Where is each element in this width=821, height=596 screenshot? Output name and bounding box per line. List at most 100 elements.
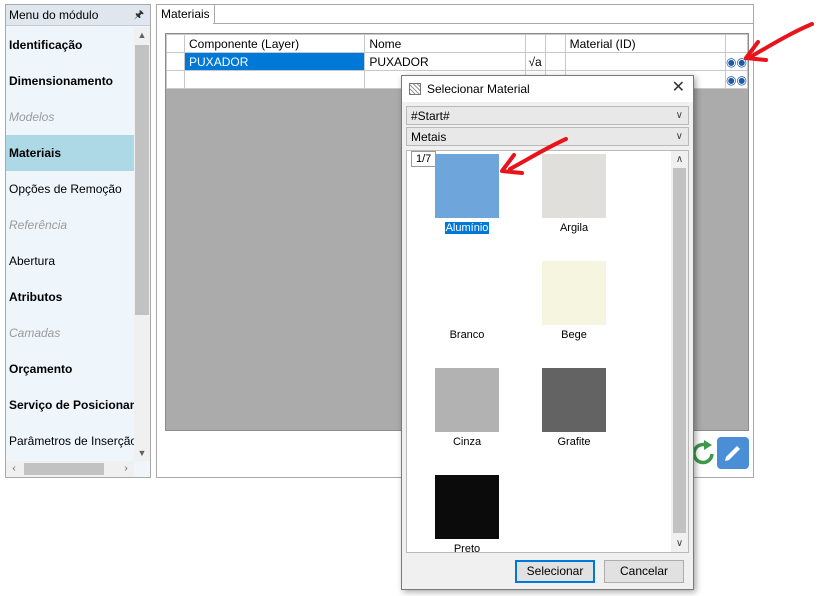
module-menu-title: Menu do módulo [9,8,99,22]
select-button[interactable]: Selecionar [515,560,595,583]
cell-componente[interactable]: PUXADOR [184,52,366,71]
menu-item-label: Atributos [9,290,63,304]
material-tile-preto[interactable]: Preto [415,475,519,553]
scroll-down-icon[interactable]: ▼ [134,445,150,461]
edit-button[interactable] [717,437,749,469]
cell-material-id[interactable] [564,52,726,71]
menu-item-orcamento[interactable]: Orçamento [6,351,134,387]
close-icon[interactable]: ✕ [672,80,685,96]
cell-nome[interactable]: PUXADOR [364,52,526,71]
library-select[interactable]: #Start# ∨ [406,106,689,125]
row-header-cell [165,70,186,89]
material-tile-branco[interactable]: Branco [415,261,519,341]
material-tile-aluminio[interactable]: Alumínio [415,154,519,235]
material-swatch[interactable] [435,261,499,325]
category-select-value: Metais [411,129,447,144]
module-menu-panel: Menu do módulo 🖈 Identificação Dimension… [5,4,151,478]
menu-item-dimensionamento[interactable]: Dimensionamento [6,63,134,99]
material-tile-cinza[interactable]: Cinza [415,368,519,448]
column-header-nome[interactable]: Nome [364,34,526,53]
scroll-down-icon[interactable]: ∨ [671,535,688,552]
tab-divider [213,23,753,24]
module-menu-list: Identificação Dimensionamento Modelos Ma… [6,27,134,459]
scroll-up-icon[interactable]: ∧ [671,151,688,168]
menu-item-label: Opções de Remoção [9,182,122,196]
chevron-down-icon: ∨ [675,110,683,121]
menu-item-label: Dimensionamento [9,74,114,88]
column-header-search [724,34,749,53]
material-tile-bege[interactable]: Bege [522,261,626,341]
row-header-cell [165,34,186,53]
material-swatch[interactable] [435,475,499,539]
material-swatch[interactable] [542,261,606,325]
material-tile-grafite[interactable]: Grafite [522,368,626,448]
menu-item-label: Camadas [9,326,61,340]
menu-item-servico-posicionamento[interactable]: Serviço de Posicionamento [6,387,134,423]
cell-componente[interactable] [184,70,366,89]
material-label: Alumínio [443,221,491,235]
scroll-right-icon[interactable]: › [118,461,134,477]
material-gallery: 1/7 Alumínio Argila Branco Bege Cinza Gr… [406,150,689,553]
menu-item-modelos: Modelos [6,99,134,135]
scroll-up-icon[interactable]: ▲ [134,27,150,43]
menu-hscroll-thumb[interactable] [24,463,104,475]
category-select[interactable]: Metais ∨ [406,127,689,146]
menu-item-abertura[interactable]: Abertura [6,243,134,279]
menu-item-opcoes-remocao[interactable]: Opções de Remoção [6,171,134,207]
menu-item-label: Referência [9,218,68,232]
chevron-down-icon: ∨ [675,131,683,142]
menu-item-materiais[interactable]: Materiais [6,135,134,171]
material-swatch[interactable] [542,368,606,432]
menu-item-label: Serviço de Posicionamento [9,398,134,412]
table-row[interactable]: PUXADOR PUXADOR √a ◉◉ [165,52,749,71]
material-label: Bege [561,329,587,341]
column-header-formula[interactable] [524,34,546,53]
binoculars-icon[interactable]: ◉◉ [724,52,749,71]
cell-blank[interactable] [544,52,566,71]
column-header-material-id[interactable]: Material (ID) [564,34,726,53]
menu-item-camadas: Camadas [6,315,134,351]
table-header-row: Componente (Layer) Nome Material (ID) [165,34,749,53]
material-swatch[interactable] [435,154,499,218]
select-material-dialog: Selecionar Material ✕ #Start# ∨ Metais ∨… [401,75,694,590]
dialog-title: Selecionar Material [427,82,530,96]
menu-horizontal-scrollbar[interactable]: ‹ › [6,461,134,477]
menu-item-label: Modelos [9,110,55,124]
column-header-blank[interactable] [544,34,566,53]
menu-item-identificacao[interactable]: Identificação [6,27,134,63]
pencil-icon [725,446,740,461]
menu-item-referencia: Referência [6,207,134,243]
menu-scroll-thumb[interactable] [135,45,149,315]
tab-materiais[interactable]: Materiais [157,5,215,24]
library-select-value: #Start# [411,108,450,123]
gallery-scroll-thumb[interactable] [673,168,686,533]
material-label: Argila [559,222,589,234]
menu-item-label: Orçamento [9,362,73,376]
column-header-componente[interactable]: Componente (Layer) [184,34,366,53]
scroll-left-icon[interactable]: ‹ [6,461,22,477]
row-header-cell [165,52,186,71]
material-label: Branco [449,329,485,341]
binoculars-icon[interactable]: ◉◉ [724,70,749,89]
menu-item-label: Materiais [9,146,62,160]
material-label: Cinza [452,436,482,448]
menu-item-parametros-insercao[interactable]: Parâmetros de Inserção [6,423,134,459]
gallery-scrollbar[interactable]: ∧ ∨ [671,151,688,552]
menu-item-atributos[interactable]: Atributos [6,279,134,315]
formula-icon[interactable]: √a [524,52,546,71]
menu-item-label: Identificação [9,38,83,52]
dialog-titlebar[interactable]: Selecionar Material ✕ [402,76,693,102]
window-root: Menu do módulo 🖈 Identificação Dimension… [0,0,821,596]
menu-item-label: Parâmetros de Inserção [9,434,134,448]
menu-item-label: Abertura [9,254,56,268]
module-menu-header: Menu do módulo 🖈 [6,5,150,26]
material-swatch[interactable] [542,154,606,218]
menu-vertical-scrollbar[interactable]: ▲ ▼ [134,27,150,461]
material-label: Preto [453,543,481,553]
material-label: Grafite [557,436,591,448]
dialog-window-icon [409,83,421,95]
cancel-button[interactable]: Cancelar [604,560,684,583]
material-tile-argila[interactable]: Argila [522,154,626,234]
pin-icon[interactable]: 🖈 [134,6,144,25]
material-swatch[interactable] [435,368,499,432]
